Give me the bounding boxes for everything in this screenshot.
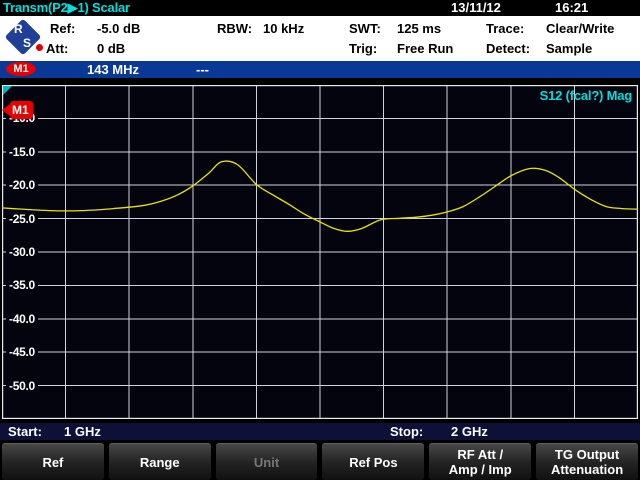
softkey-row: Ref Range Unit Ref Pos RF Att / Amp / Im… — [0, 443, 640, 480]
y-axis-label: -40.0 — [6, 311, 38, 327]
trace-mode-label: Trace: — [486, 21, 524, 36]
ref-value: -5.0 dB — [97, 21, 140, 36]
softkey-unit-label: Unit — [254, 455, 279, 470]
softkey-range[interactable]: Range — [109, 443, 211, 480]
chart-area: S12 (fcal?) Mag -10.0-15.0-20.0-25.0-30.… — [2, 85, 638, 419]
measurement-title: Transm(P2▶1) Scalar — [3, 0, 130, 16]
settings-panel: R S Ref: -5.0 dB RBW: 10 kHz SWT: 125 ms… — [0, 16, 640, 61]
chart-plot — [2, 85, 638, 419]
logo-letter-s: S — [23, 36, 31, 51]
marker-m1-badge: M1 — [6, 62, 36, 76]
trig-value: Free Run — [397, 41, 453, 56]
ref-label: Ref: — [50, 21, 75, 36]
swt-value: 125 ms — [397, 21, 441, 36]
softkey-tg-output-line2: Attenuation — [551, 462, 623, 477]
trig-label: Trig: — [349, 41, 377, 56]
y-axis-label: -20.0 — [6, 177, 38, 193]
trace-mode-value: Clear/Write — [546, 21, 614, 36]
y-axis-label: -35.0 — [6, 277, 38, 293]
detect-value: Sample — [546, 41, 592, 56]
rbw-label: RBW: — [217, 21, 252, 36]
softkey-ref-pos[interactable]: Ref Pos — [322, 443, 424, 480]
grid-lines — [2, 85, 638, 419]
y-axis-label: -30.0 — [6, 244, 38, 260]
marker-value: --- — [196, 61, 209, 78]
detect-label: Detect: — [486, 41, 530, 56]
trace-annotation: S12 (fcal?) Mag — [540, 88, 632, 103]
softkey-rf-att-amp-imp[interactable]: RF Att / Amp / Imp — [429, 443, 531, 480]
marker-arrow-icon — [2, 104, 10, 116]
marker-m1-flag: M1 — [2, 100, 33, 120]
softkey-ref-label: Ref — [42, 455, 63, 470]
logo-letter-r: R — [14, 22, 23, 37]
stop-value: 2 GHz — [451, 423, 488, 440]
start-value: 1 GHz — [64, 423, 101, 440]
y-axis-label: -15.0 — [6, 144, 38, 160]
softkey-ref-pos-label: Ref Pos — [349, 455, 397, 470]
y-axis-label: -25.0 — [6, 211, 38, 227]
rs-logo-icon: R S — [5, 19, 41, 55]
marker-flag-label: M1 — [10, 101, 33, 119]
softkey-rf-att-line1: RF Att / — [457, 447, 503, 462]
rbw-value: 10 kHz — [263, 21, 304, 36]
softkey-ref[interactable]: Ref — [2, 443, 104, 480]
marker-bar: M1 143 MHz --- — [0, 61, 640, 78]
y-axis-label: -45.0 — [6, 344, 38, 360]
softkey-rf-att-line2: Amp / Imp — [449, 462, 512, 477]
date-label: 13/11/12 — [451, 0, 501, 16]
freq-range-bar: Start: 1 GHz Stop: 2 GHz — [0, 423, 640, 440]
start-label: Start: — [8, 423, 42, 440]
status-dot-icon — [36, 44, 43, 51]
instrument-screen: Transm(P2▶1) Scalar 13/11/12 16:21 R S R… — [0, 0, 640, 480]
swt-label: SWT: — [349, 21, 381, 36]
y-axis-label: -50.0 — [6, 378, 38, 394]
marker-frequency: 143 MHz — [87, 61, 139, 78]
softkey-tg-output-attenuation[interactable]: TG Output Attenuation — [536, 443, 638, 480]
header-bar: Transm(P2▶1) Scalar 13/11/12 16:21 — [0, 0, 640, 16]
time-label: 16:21 — [555, 0, 588, 16]
att-label: Att: — [46, 41, 68, 56]
stop-label: Stop: — [390, 423, 423, 440]
softkey-unit[interactable]: Unit — [216, 443, 318, 480]
att-value: 0 dB — [97, 41, 125, 56]
sweep-corner-icon — [3, 86, 12, 95]
softkey-tg-output-line1: TG Output — [555, 447, 619, 462]
softkey-range-label: Range — [140, 455, 180, 470]
